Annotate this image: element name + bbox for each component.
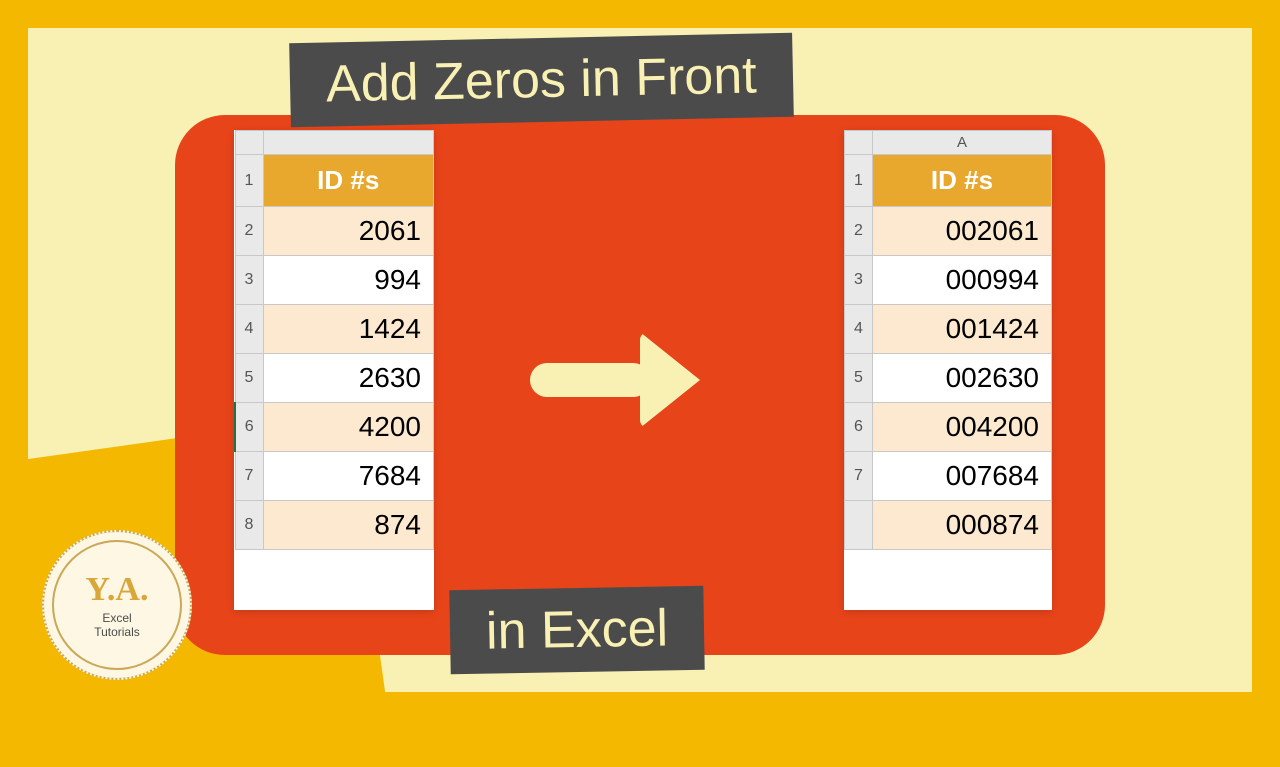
- data-cell: 994: [263, 256, 434, 305]
- row-number: 7: [845, 452, 873, 501]
- row-number: 4: [235, 305, 263, 354]
- row-number: 3: [235, 256, 263, 305]
- row-number: 6: [845, 403, 873, 452]
- row-col-corner: [235, 131, 263, 155]
- spreadsheet-before: 1ID #s 22061 3994 41424 52630 64200 7768…: [234, 130, 434, 610]
- data-cell: 001424: [873, 305, 1052, 354]
- data-cell: 000994: [873, 256, 1052, 305]
- title-secondary: in Excel: [449, 586, 705, 674]
- row-number: 5: [845, 354, 873, 403]
- row-number: 8: [235, 501, 263, 550]
- data-cell: 1424: [263, 305, 434, 354]
- table-header: ID #s: [873, 155, 1052, 207]
- col-header: A: [873, 131, 1052, 155]
- data-cell: 874: [263, 501, 434, 550]
- row-number: 7: [235, 452, 263, 501]
- arrow-right-icon: [530, 340, 740, 420]
- col-header: [263, 131, 434, 155]
- row-number: 1: [235, 155, 263, 207]
- channel-logo: Y.A. Excel Tutorials: [42, 530, 192, 680]
- row-number: 4: [845, 305, 873, 354]
- table-header: ID #s: [263, 155, 434, 207]
- data-cell: 002061: [873, 207, 1052, 256]
- row-number: 3: [845, 256, 873, 305]
- logo-text: Tutorials: [94, 625, 140, 639]
- data-cell: 2061: [263, 207, 434, 256]
- spreadsheet-after: A 1ID #s 2002061 3000994 4001424 5002630…: [844, 130, 1052, 610]
- row-number: 1: [845, 155, 873, 207]
- data-cell: 2630: [263, 354, 434, 403]
- data-cell: 002630: [873, 354, 1052, 403]
- data-cell: 004200: [873, 403, 1052, 452]
- data-cell: 7684: [263, 452, 434, 501]
- row-number: 6: [235, 403, 263, 452]
- row-number: 2: [845, 207, 873, 256]
- row-number: 2: [235, 207, 263, 256]
- row-number: [845, 501, 873, 550]
- logo-initials: Y.A.: [86, 571, 149, 609]
- logo-text: Excel: [102, 611, 131, 625]
- title-primary: Add Zeros in Front: [289, 33, 793, 128]
- data-cell: 4200: [263, 403, 434, 452]
- data-cell: 007684: [873, 452, 1052, 501]
- row-number: 5: [235, 354, 263, 403]
- data-cell: 000874: [873, 501, 1052, 550]
- row-col-corner: [845, 131, 873, 155]
